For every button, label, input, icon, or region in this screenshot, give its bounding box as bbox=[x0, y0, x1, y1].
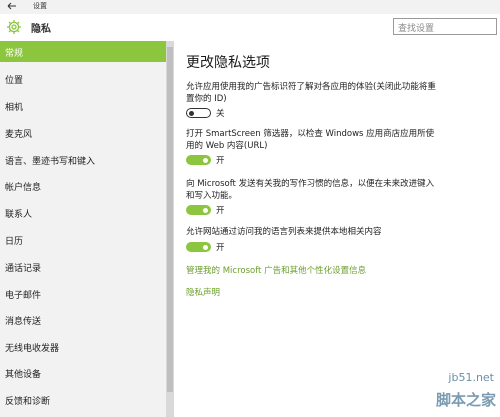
sidebar-item-label: 位置 bbox=[5, 76, 24, 86]
sidebar-item-speech-inking[interactable]: 语言、墨迹书写和键入 bbox=[0, 149, 166, 170]
gear-icon bbox=[6, 19, 22, 35]
sidebar-item-general[interactable]: 常规 bbox=[0, 41, 166, 62]
ad-id-toggle[interactable] bbox=[186, 108, 211, 118]
option-description: 向 Microsoft 发送有关我的写作习惯的信息，以便在未来改进键入和写入功能… bbox=[186, 179, 435, 201]
sidebar-item-label: 麦克风 bbox=[5, 130, 33, 140]
sidebar-item-label: 相机 bbox=[5, 103, 24, 113]
sidebar-item-label: 反馈和诊断 bbox=[5, 397, 51, 407]
option-description: 允许应用使用我的广告标识符了解对各应用的体验(关闭此功能将重置你的 ID) bbox=[186, 82, 436, 104]
toggle-knob bbox=[203, 244, 208, 250]
manage-ads-link[interactable]: 管理我的 Microsoft 广告和其他个性化设置信息 bbox=[186, 264, 366, 276]
toggle-state-label: 开 bbox=[216, 206, 225, 216]
sidebar-item-label: 常规 bbox=[5, 49, 24, 59]
sidebar-item-email[interactable]: 电子邮件 bbox=[0, 283, 166, 304]
sidebar-item-label: 日历 bbox=[5, 237, 24, 247]
option-description: 打开 SmartScreen 筛选器，以检查 Windows 应用商店应用所使用… bbox=[186, 129, 435, 151]
sidebar-item-label: 电子邮件 bbox=[5, 291, 42, 301]
section-title: 隐私 bbox=[31, 24, 51, 35]
watermark: jb51.net 脚本之家 bbox=[428, 371, 496, 415]
sidebar-item-label: 语言、墨迹书写和键入 bbox=[5, 157, 96, 167]
sidebar-item-label: 其他设备 bbox=[5, 370, 42, 380]
window-title: 设置 bbox=[33, 2, 47, 10]
back-arrow-icon[interactable] bbox=[6, 0, 18, 14]
page-title: 更改隐私选项 bbox=[186, 55, 270, 71]
search-input[interactable]: 查找设置 bbox=[393, 18, 497, 35]
search-placeholder: 查找设置 bbox=[398, 24, 435, 34]
sidebar-item-microphone[interactable]: 麦克风 bbox=[0, 122, 166, 143]
privacy-statement-link[interactable]: 隐私声明 bbox=[186, 286, 220, 298]
language-list-toggle[interactable] bbox=[186, 242, 211, 252]
option-description: 允许网站通过访问我的语言列表来提供本地相关内容 bbox=[186, 227, 382, 237]
writing-info-toggle[interactable] bbox=[186, 205, 211, 215]
sidebar-item-radios[interactable]: 无线电收发器 bbox=[0, 336, 166, 357]
sidebar-scrollbar[interactable] bbox=[166, 41, 174, 417]
toggle-knob bbox=[189, 110, 194, 116]
sidebar-item-calendar[interactable]: 日历 bbox=[0, 229, 166, 250]
smartscreen-toggle[interactable] bbox=[186, 155, 211, 165]
sidebar-item-account-info[interactable]: 帐户信息 bbox=[0, 175, 166, 196]
sidebar-item-other-devices[interactable]: 其他设备 bbox=[0, 362, 166, 383]
watermark-text: 脚本之家 bbox=[435, 391, 496, 409]
sidebar-item-camera[interactable]: 相机 bbox=[0, 95, 166, 116]
sidebar-item-call-history[interactable]: 通话记录 bbox=[0, 256, 166, 277]
main-content: 更改隐私选项 允许应用使用我的广告标识符了解对各应用的体验(关闭此功能将重置你的… bbox=[174, 41, 500, 417]
sidebar-item-feedback[interactable]: 反馈和诊断 bbox=[0, 389, 166, 410]
toggle-knob bbox=[203, 207, 208, 213]
sidebar-item-label: 联系人 bbox=[5, 210, 33, 220]
sidebar-item-label: 帐户信息 bbox=[5, 183, 42, 193]
toggle-state-label: 开 bbox=[216, 156, 225, 166]
sidebar: 常规 位置 相机 麦克风 语言、墨迹书写和键入 帐户信息 联系人 日历 通话记录… bbox=[0, 41, 166, 417]
sidebar-item-contacts[interactable]: 联系人 bbox=[0, 202, 166, 223]
sidebar-item-label: 无线电收发器 bbox=[5, 344, 60, 354]
sidebar-item-label: 消息传送 bbox=[5, 317, 42, 327]
toggle-knob bbox=[203, 157, 208, 163]
header: 隐私 查找设置 bbox=[0, 14, 500, 41]
toggle-state-label: 关 bbox=[216, 109, 225, 119]
sidebar-item-location[interactable]: 位置 bbox=[0, 68, 166, 89]
title-bar: 设置 bbox=[0, 0, 500, 14]
toggle-state-label: 开 bbox=[216, 243, 225, 253]
sidebar-item-messaging[interactable]: 消息传送 bbox=[0, 309, 166, 330]
watermark-url: jb51.net bbox=[448, 371, 494, 384]
scrollbar-thumb[interactable] bbox=[167, 47, 173, 392]
sidebar-item-label: 通话记录 bbox=[5, 264, 42, 274]
